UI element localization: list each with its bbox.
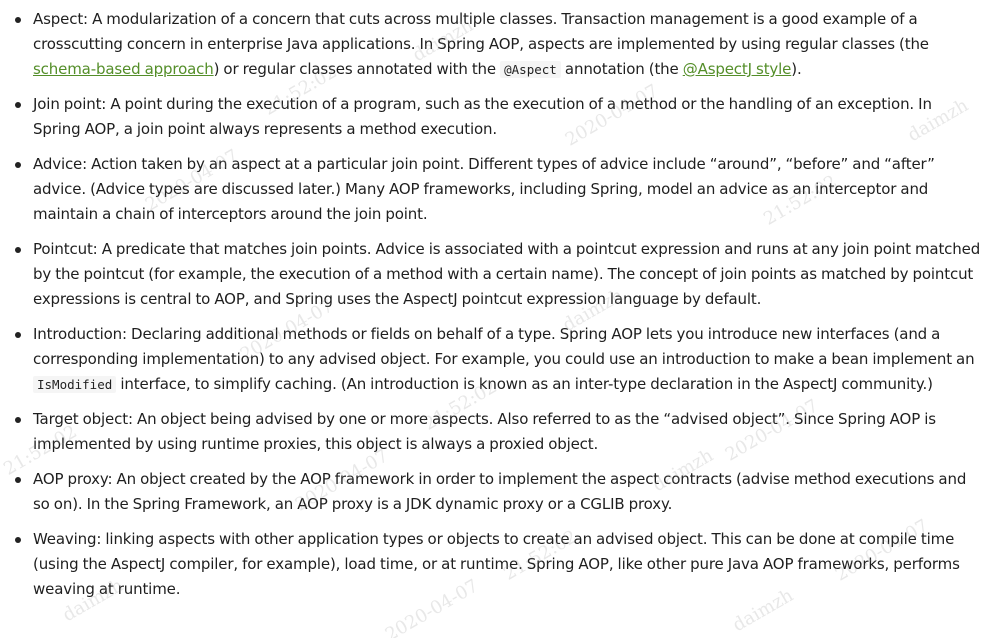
aspectj-style-link[interactable]: @AspectJ style: [683, 60, 792, 78]
bullet-dot: [15, 247, 21, 253]
list-item-join-point: Join point: A point during the execution…: [0, 92, 990, 142]
aop-proxy-text: AOP proxy: An object created by the AOP …: [33, 470, 967, 513]
list-item-target-object: Target object: An object being advised b…: [0, 407, 990, 457]
aspect-text-post: ).: [791, 60, 802, 78]
bullet-dot: [15, 332, 21, 338]
list-item-aspect: Aspect: A modularization of a concern th…: [0, 7, 990, 82]
pointcut-text: Pointcut: A predicate that matches join …: [33, 240, 981, 308]
join-point-text: Join point: A point during the execution…: [33, 95, 932, 138]
schema-based-approach-link[interactable]: schema-based approach: [33, 60, 214, 78]
aspect-text-mid2: annotation (the: [560, 60, 683, 78]
aspect-annotation-code: @Aspect: [500, 61, 561, 78]
list-item-pointcut: Pointcut: A predicate that matches join …: [0, 237, 990, 312]
introduction-text-pre: Introduction: Declaring additional metho…: [33, 325, 975, 368]
bullet-dot: [15, 102, 21, 108]
advice-text: Advice: Action taken by an aspect at a p…: [33, 155, 935, 223]
ismodified-code: IsModified: [33, 376, 117, 393]
bullet-dot: [15, 417, 21, 423]
weaving-text: Weaving: linking aspects with other appl…: [33, 530, 960, 598]
list-item-aop-proxy: AOP proxy: An object created by the AOP …: [0, 467, 990, 517]
bullet-dot: [15, 162, 21, 168]
target-object-text: Target object: An object being advised b…: [33, 410, 936, 453]
bullet-dot: [15, 17, 21, 23]
bullet-dot: [15, 477, 21, 483]
list-item-introduction: Introduction: Declaring additional metho…: [0, 322, 990, 397]
document-page: Aspect: A modularization of a concern th…: [0, 0, 990, 638]
bullet-dot: [15, 537, 21, 543]
introduction-text-post: interface, to simplify caching. (An intr…: [116, 375, 933, 393]
list-item-weaving: Weaving: linking aspects with other appl…: [0, 527, 990, 602]
aspect-text-mid1: ) or regular classes annotated with the: [213, 60, 501, 78]
aspect-text-pre: Aspect: A modularization of a concern th…: [33, 10, 929, 53]
aop-terms-list: Aspect: A modularization of a concern th…: [0, 7, 990, 602]
list-item-advice: Advice: Action taken by an aspect at a p…: [0, 152, 990, 227]
